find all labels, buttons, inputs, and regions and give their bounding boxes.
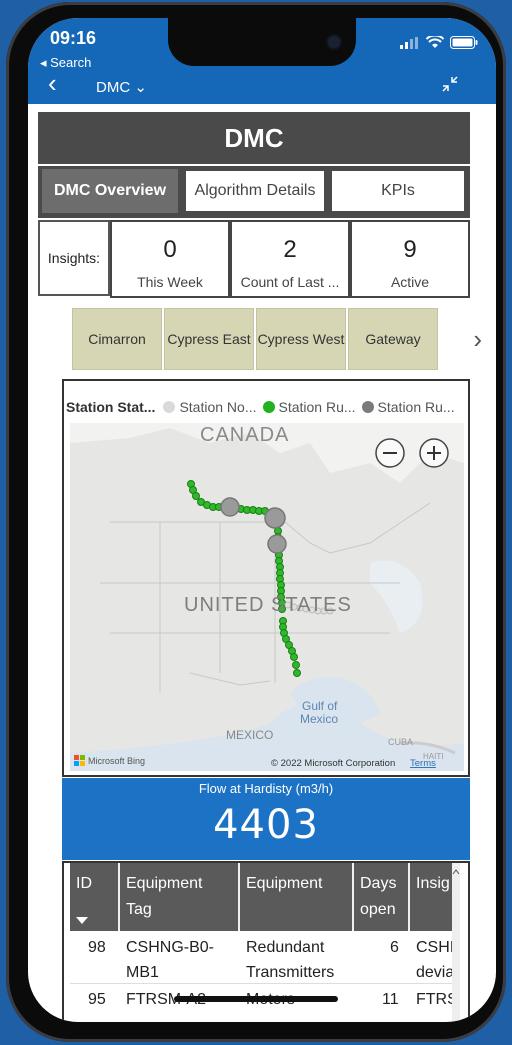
tab-dmc-overview[interactable]: DMC Overview	[42, 169, 178, 213]
legend-item[interactable]: Station Ru...	[262, 399, 356, 415]
report-selector[interactable]: DMC ⌄	[96, 78, 147, 96]
camera-icon	[328, 36, 340, 48]
kpi-label: Count of Last ...	[240, 274, 340, 290]
station-slicer: Cimarron Cypress East Cypress West Gatew…	[72, 308, 482, 370]
map-canvas[interactable]: CANADA UNITED STATES Gulf of Mexico MEXI…	[70, 423, 464, 771]
phone-frame: 09:16 ◂ Search ‹ DMC ⌄ DMC DMC Overview …	[6, 2, 506, 1042]
phone-screen: 09:16 ◂ Search ‹ DMC ⌄ DMC DMC Overview …	[28, 18, 496, 1022]
kpi-value: 9	[403, 236, 417, 263]
bing-label: Microsoft Bing	[88, 756, 145, 766]
zoom-out-icon[interactable]	[375, 438, 405, 468]
cell-text: Redundant	[246, 939, 325, 956]
map-label-mexico: MEXICO	[226, 728, 273, 742]
table-scrollbar[interactable]	[452, 863, 460, 1022]
cell-text: CSHI	[416, 939, 454, 956]
cell-equipment-tag: CSHNG-B0- MB1	[126, 935, 214, 985]
tab-algorithm-details[interactable]: Algorithm Details	[184, 169, 326, 213]
legend-item-label: Station No...	[179, 399, 257, 415]
station-button-cimarron[interactable]: Cimarron	[72, 308, 162, 370]
map-label-cuba: CUBA	[388, 737, 413, 747]
legend-dot-icon	[262, 401, 275, 413]
cell-text: CSHNG-B0-	[126, 939, 215, 956]
map-legend: Station Stat... Station No... Station Ru…	[66, 399, 461, 415]
station-button-gateway[interactable]: Gateway	[348, 308, 438, 370]
cell-insight: FTRS	[416, 991, 454, 1008]
insights-label: Insights:	[38, 220, 110, 296]
wifi-icon	[426, 36, 444, 48]
map-label-united-states: UNITED STATES	[184, 594, 352, 616]
table-row[interactable]: 95 FTRSM-A2 Motors 11 FTRS	[70, 985, 454, 1022]
column-divider	[238, 863, 240, 931]
flow-card: Flow at Hardisty (m3/h) 4403	[62, 778, 470, 860]
legend-item[interactable]: Station No...	[163, 399, 257, 415]
signal-icon	[400, 36, 418, 49]
legend-item-label: Station Ru...	[278, 399, 356, 415]
battery-icon	[450, 36, 478, 49]
station-map-visual: Station Stat... Station No... Station Ru…	[62, 379, 470, 777]
legend-title: Station Stat...	[66, 399, 156, 415]
map-label-canada: CANADA	[200, 424, 289, 446]
map-label-gulf: Gulf of	[302, 699, 338, 713]
flow-title: Flow at Hardisty (m3/h)	[198, 781, 334, 796]
cell-id: 98	[88, 939, 106, 956]
camera-notch	[168, 18, 356, 66]
scroll-up-icon[interactable]	[452, 868, 460, 876]
legend-dot-icon	[163, 401, 176, 413]
status-icons	[400, 36, 478, 49]
kpi-value: 0	[163, 236, 177, 263]
table-header: ID Equipment Tag Equipment Days open Ins…	[70, 863, 454, 931]
legend-item[interactable]: Station Ru...	[361, 399, 455, 415]
legend-item-label: Station Ru...	[377, 399, 455, 415]
tab-kpis[interactable]: KPIs	[330, 169, 466, 213]
column-divider	[408, 863, 410, 931]
report-title: DMC	[38, 112, 470, 164]
column-header-insight[interactable]: Insig	[416, 871, 454, 897]
column-header-equipment[interactable]: Equipment	[246, 871, 323, 897]
kpi-card-this-week[interactable]: 0 This Week	[110, 220, 230, 298]
map-label-gulf-2: Mexico	[300, 712, 338, 726]
flow-value: 4403	[213, 802, 319, 848]
column-divider	[352, 863, 354, 931]
kpi-card-count-of-last[interactable]: 2 Count of Last ...	[230, 220, 350, 298]
legend-dot-icon	[361, 401, 374, 413]
cell-insight: CSHI devia	[416, 935, 454, 985]
zoom-in-icon[interactable]	[419, 438, 449, 468]
cell-days-open: 11	[382, 991, 399, 1008]
sort-descending-icon[interactable]	[76, 917, 88, 925]
kpi-card-active[interactable]: 9 Active	[350, 220, 470, 298]
cell-equipment: Redundant Transmitters	[246, 935, 334, 985]
status-time: 09:16	[50, 28, 97, 48]
terms-link[interactable]: Terms	[410, 758, 436, 769]
app-header: 09:16 ◂ Search ‹ DMC ⌄	[28, 18, 496, 104]
map-attribution: © 2022 Microsoft Corporation	[271, 758, 395, 769]
table-row[interactable]: 98 CSHNG-B0- MB1 Redundant Transmitters 6 …	[70, 933, 454, 984]
kpi-value: 2	[283, 236, 297, 263]
station-button-cypress-west[interactable]: Cypress West	[256, 308, 346, 370]
column-header-days-open[interactable]: Days open	[360, 871, 410, 923]
cell-id: 95	[88, 991, 106, 1008]
tab-bar: DMC Overview Algorithm Details KPIs	[38, 166, 470, 218]
back-chevron-icon[interactable]: ‹	[48, 70, 57, 96]
cell-text: devia	[416, 964, 454, 981]
insights-row: Insights: 0 This Week 2 Count of Last ..…	[38, 220, 470, 298]
column-divider	[118, 863, 120, 931]
cell-text: Transmitters	[246, 964, 335, 981]
kpi-label: Active	[390, 274, 430, 290]
home-indicator[interactable]	[174, 996, 338, 1002]
collapse-icon[interactable]	[442, 76, 458, 97]
cell-days-open: 6	[390, 939, 399, 956]
chevron-right-icon[interactable]: ›	[473, 324, 482, 355]
column-header-equipment-tag[interactable]: Equipment Tag	[126, 871, 226, 923]
station-button-cypress-east[interactable]: Cypress East	[164, 308, 254, 370]
cell-text: MB1	[126, 964, 159, 981]
kpi-label: This Week	[137, 274, 203, 290]
column-header-id[interactable]: ID	[76, 871, 92, 897]
